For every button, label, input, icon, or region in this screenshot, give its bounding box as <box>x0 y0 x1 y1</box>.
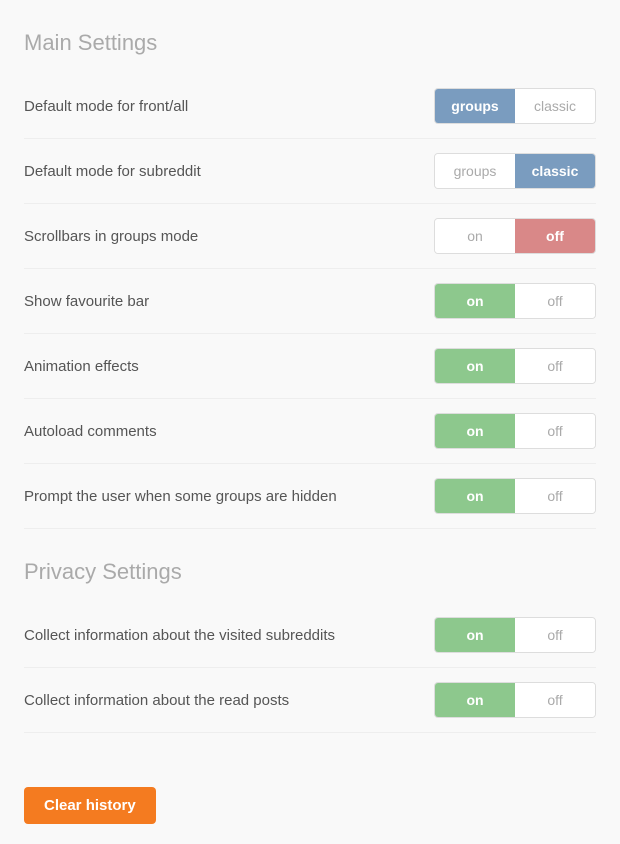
privacy-settings-section: Privacy Settings Collect information abo… <box>24 559 596 733</box>
setting-label-show-favourite-bar: Show favourite bar <box>24 291 364 312</box>
toggle-btn-collect-visited-subreddits-on[interactable]: on <box>435 618 515 652</box>
main-settings-list: Default mode for front/allgroupsclassicD… <box>24 74 596 529</box>
main-settings-title: Main Settings <box>24 30 596 56</box>
toggle-group-prompt-hidden-groups: onoff <box>434 478 596 514</box>
toggle-btn-scrollbars-groups-mode-off[interactable]: off <box>515 219 595 253</box>
main-settings-section: Main Settings Default mode for front/all… <box>24 30 596 529</box>
toggle-btn-autoload-comments-on[interactable]: on <box>435 414 515 448</box>
toggle-btn-autoload-comments-off[interactable]: off <box>515 414 595 448</box>
setting-label-default-mode-subreddit: Default mode for subreddit <box>24 161 364 182</box>
toggle-btn-default-mode-front-classic[interactable]: classic <box>515 89 595 123</box>
toggle-btn-default-mode-front-groups[interactable]: groups <box>435 89 515 123</box>
toggle-btn-show-favourite-bar-on[interactable]: on <box>435 284 515 318</box>
setting-row-show-favourite-bar: Show favourite bar onoff <box>24 269 596 334</box>
setting-label-autoload-comments: Autoload comments <box>24 421 364 442</box>
setting-row-animation-effects: Animation effects onoff <box>24 334 596 399</box>
setting-row-prompt-hidden-groups: Prompt the user when some groups are hid… <box>24 464 596 529</box>
toggle-group-default-mode-front: groupsclassic <box>434 88 596 124</box>
setting-label-collect-read-posts: Collect information about the read posts <box>24 690 364 711</box>
setting-row-scrollbars-groups-mode: Scrollbars in groups mode onoff <box>24 204 596 269</box>
toggle-btn-prompt-hidden-groups-off[interactable]: off <box>515 479 595 513</box>
setting-row-autoload-comments: Autoload comments onoff <box>24 399 596 464</box>
toggle-group-default-mode-subreddit: groupsclassic <box>434 153 596 189</box>
toggle-btn-collect-read-posts-on[interactable]: on <box>435 683 515 717</box>
toggle-group-animation-effects: onoff <box>434 348 596 384</box>
toggle-group-scrollbars-groups-mode: onoff <box>434 218 596 254</box>
setting-label-scrollbars-groups-mode: Scrollbars in groups mode <box>24 226 364 247</box>
toggle-btn-animation-effects-on[interactable]: on <box>435 349 515 383</box>
toggle-btn-collect-read-posts-off[interactable]: off <box>515 683 595 717</box>
toggle-btn-animation-effects-off[interactable]: off <box>515 349 595 383</box>
toggle-btn-default-mode-subreddit-groups[interactable]: groups <box>435 154 515 188</box>
toggle-btn-show-favourite-bar-off[interactable]: off <box>515 284 595 318</box>
toggle-btn-default-mode-subreddit-classic[interactable]: classic <box>515 154 595 188</box>
toggle-group-collect-visited-subreddits: onoff <box>434 617 596 653</box>
setting-row-collect-read-posts: Collect information about the read posts… <box>24 668 596 733</box>
toggle-btn-collect-visited-subreddits-off[interactable]: off <box>515 618 595 652</box>
privacy-settings-title: Privacy Settings <box>24 559 596 585</box>
toggle-group-collect-read-posts: onoff <box>434 682 596 718</box>
toggle-group-show-favourite-bar: onoff <box>434 283 596 319</box>
setting-label-default-mode-front: Default mode for front/all <box>24 96 364 117</box>
toggle-group-autoload-comments: onoff <box>434 413 596 449</box>
setting-row-default-mode-subreddit: Default mode for subreddit groupsclassic <box>24 139 596 204</box>
privacy-settings-list: Collect information about the visited su… <box>24 603 596 733</box>
setting-label-prompt-hidden-groups: Prompt the user when some groups are hid… <box>24 486 364 507</box>
toggle-btn-prompt-hidden-groups-on[interactable]: on <box>435 479 515 513</box>
clear-history-button[interactable]: Clear history <box>24 787 156 824</box>
setting-row-default-mode-front: Default mode for front/all groupsclassic <box>24 74 596 139</box>
setting-label-animation-effects: Animation effects <box>24 356 364 377</box>
toggle-btn-scrollbars-groups-mode-on[interactable]: on <box>435 219 515 253</box>
setting-row-collect-visited-subreddits: Collect information about the visited su… <box>24 603 596 668</box>
setting-label-collect-visited-subreddits: Collect information about the visited su… <box>24 625 364 646</box>
